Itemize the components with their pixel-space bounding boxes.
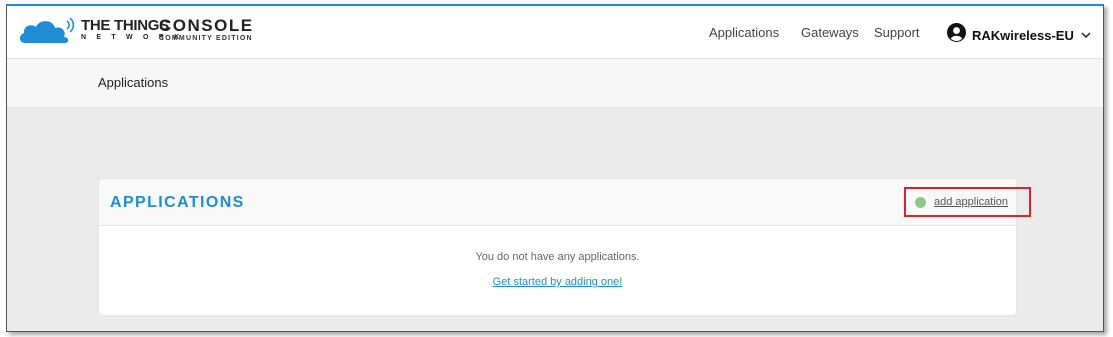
cloud-logo-icon[interactable]	[17, 15, 77, 52]
top-navbar: THE THINGS N E T W O R K CONSOLE COMMUNI…	[7, 6, 1103, 59]
applications-card: APPLICATIONS add application You do not …	[98, 178, 1031, 316]
get-started-link[interactable]: Get started by adding one!	[99, 276, 1016, 288]
empty-state-message: You do not have any applications.	[475, 251, 640, 263]
nav-support[interactable]: Support	[874, 6, 920, 58]
console-wordmark: CONSOLE COMMUNITY EDITION	[159, 16, 254, 42]
console-subtitle: COMMUNITY EDITION	[159, 35, 253, 42]
plus-circle-icon	[915, 196, 926, 208]
breadcrumb-bar: Applications	[7, 59, 1103, 108]
nav-gateways[interactable]: Gateways	[801, 6, 859, 58]
console-title: CONSOLE	[159, 16, 254, 35]
add-application-label: add application	[934, 196, 1009, 208]
breadcrumb[interactable]: Applications	[98, 75, 168, 90]
applications-card-header: APPLICATIONS add application	[99, 179, 1031, 226]
user-avatar-icon	[947, 23, 966, 47]
user-name: RAKwireless-EU	[972, 27, 1074, 43]
user-menu[interactable]: RAKwireless-EU	[947, 23, 1091, 47]
nav-applications[interactable]: Applications	[709, 6, 779, 58]
browser-frame: THE THINGS N E T W O R K CONSOLE COMMUNI…	[6, 4, 1104, 332]
add-application-button[interactable]: add application	[904, 187, 1031, 217]
page-title: APPLICATIONS	[110, 194, 245, 211]
chevron-down-icon	[1081, 26, 1091, 44]
